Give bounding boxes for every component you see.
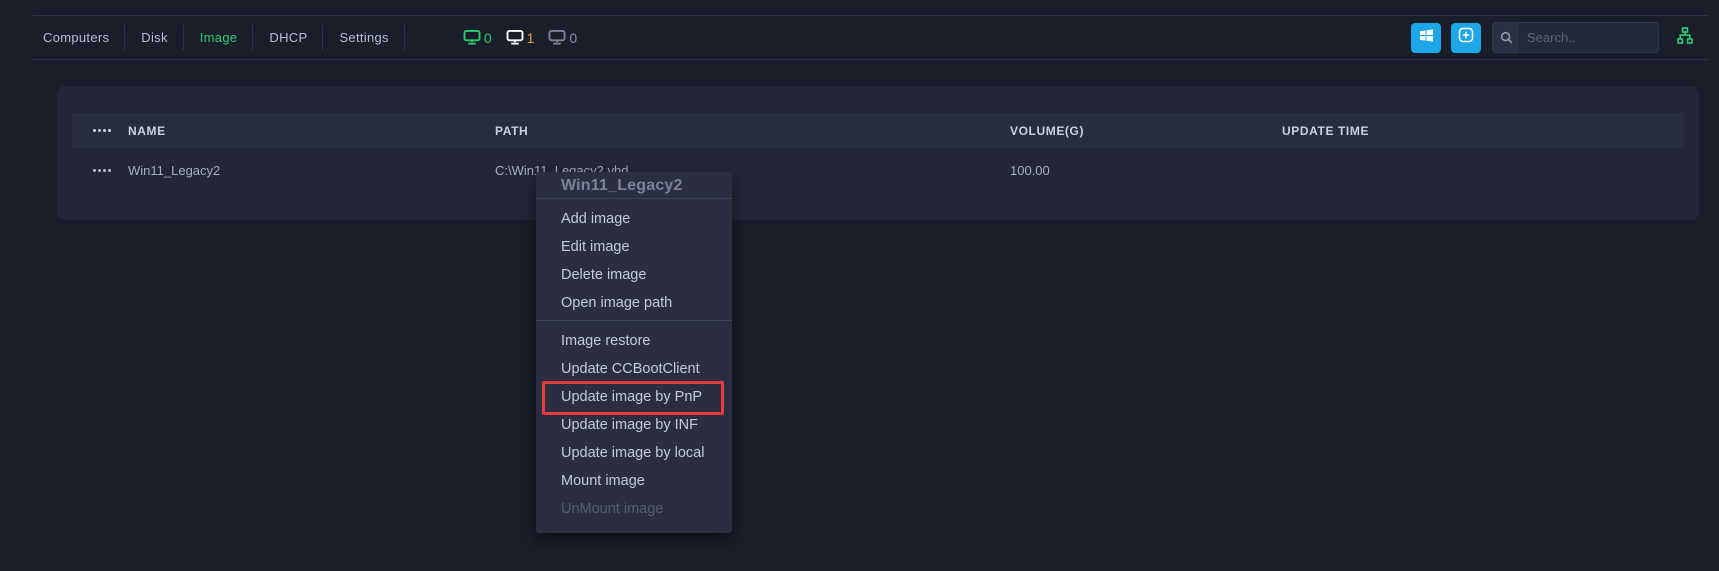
menu-item-add-image[interactable]: Add image bbox=[536, 205, 732, 233]
context-menu-group-2: Image restore Update CCBootClient Update… bbox=[536, 321, 732, 533]
header-update-time: UPDATE TIME bbox=[1282, 124, 1684, 138]
menu-item-mount-image[interactable]: Mount image bbox=[536, 467, 732, 495]
monitor-white-icon bbox=[506, 30, 524, 45]
header-volume: VOLUME(G) bbox=[1010, 124, 1282, 138]
windows-logo-icon bbox=[1419, 28, 1434, 48]
online-clients-count: 0 bbox=[484, 30, 492, 46]
windows-boot-button[interactable] bbox=[1411, 23, 1441, 53]
context-menu-title: Win11_Legacy2 bbox=[536, 172, 732, 199]
cell-volume: 100.00 bbox=[1010, 163, 1282, 178]
top-navigation-bar: Computers Disk Image DHCP Settings 0 1 bbox=[33, 15, 1708, 60]
offline-clients-counter: 0 bbox=[548, 30, 577, 46]
menu-item-open-image-path[interactable]: Open image path bbox=[536, 289, 732, 317]
image-list-panel: NAME PATH VOLUME(G) UPDATE TIME Win11_Le… bbox=[57, 86, 1699, 220]
tab-computers[interactable]: Computers bbox=[33, 16, 125, 59]
plus-icon bbox=[1458, 27, 1474, 48]
image-context-menu: Win11_Legacy2 Add image Edit image Delet… bbox=[536, 172, 732, 533]
client-status-counters: 0 1 0 bbox=[463, 30, 577, 46]
online-clients-counter: 0 bbox=[463, 30, 492, 46]
menu-item-update-image-by-pnp[interactable]: Update image by PnP bbox=[536, 383, 732, 411]
total-clients-counter: 1 bbox=[506, 30, 535, 46]
tab-dhcp[interactable]: DHCP bbox=[253, 16, 323, 59]
row-more-options-icon[interactable] bbox=[93, 169, 128, 172]
network-topology-button[interactable] bbox=[1677, 27, 1693, 49]
header-path: PATH bbox=[495, 124, 1010, 138]
monitor-green-icon bbox=[463, 30, 481, 45]
menu-item-update-ccbootclient[interactable]: Update CCBootClient bbox=[536, 355, 732, 383]
context-menu-group-1: Add image Edit image Delete image Open i… bbox=[536, 199, 732, 321]
add-image-button[interactable] bbox=[1451, 23, 1481, 53]
table-row[interactable]: Win11_Legacy2 C:\Win11_Legacy2.vhd 100.0… bbox=[72, 148, 1684, 192]
menu-item-update-image-by-local[interactable]: Update image by local bbox=[536, 439, 732, 467]
sitemap-icon bbox=[1677, 27, 1693, 49]
search-box bbox=[1492, 22, 1659, 53]
header-more-options-icon[interactable] bbox=[93, 129, 128, 132]
tab-settings[interactable]: Settings bbox=[323, 16, 404, 59]
tab-image[interactable]: Image bbox=[184, 16, 254, 59]
total-clients-count: 1 bbox=[527, 30, 535, 46]
table-header-row: NAME PATH VOLUME(G) UPDATE TIME bbox=[72, 113, 1684, 148]
menu-item-image-restore[interactable]: Image restore bbox=[536, 327, 732, 355]
nav-tabs: Computers Disk Image DHCP Settings bbox=[33, 16, 405, 59]
offline-clients-count: 0 bbox=[569, 30, 577, 46]
menu-item-update-image-by-inf[interactable]: Update image by INF bbox=[536, 411, 732, 439]
menu-item-edit-image[interactable]: Edit image bbox=[536, 233, 732, 261]
search-input[interactable] bbox=[1519, 30, 1658, 45]
tab-disk[interactable]: Disk bbox=[125, 16, 183, 59]
cell-image-name: Win11_Legacy2 bbox=[128, 163, 495, 178]
topbar-actions bbox=[1401, 22, 1708, 53]
menu-item-delete-image[interactable]: Delete image bbox=[536, 261, 732, 289]
monitor-gray-icon bbox=[548, 30, 566, 45]
header-name: NAME bbox=[128, 124, 495, 138]
search-icon[interactable] bbox=[1493, 23, 1519, 52]
menu-item-unmount-image: UnMount image bbox=[536, 495, 732, 523]
